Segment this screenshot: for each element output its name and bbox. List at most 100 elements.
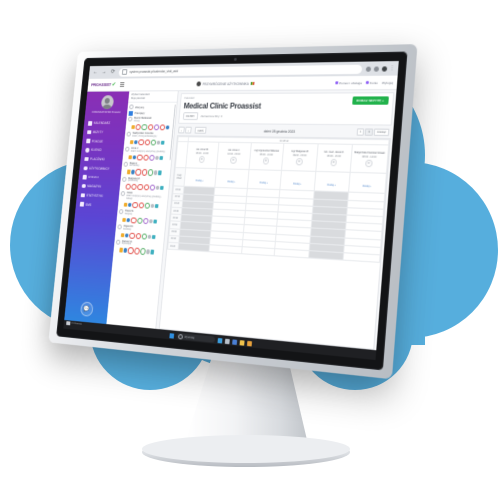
time-icon[interactable] bbox=[137, 218, 143, 224]
alert-icon[interactable] bbox=[160, 124, 166, 130]
allday-cell[interactable]: Dodaj + bbox=[314, 172, 350, 193]
stop-icon[interactable] bbox=[143, 185, 149, 191]
cancel-icon[interactable] bbox=[131, 184, 137, 190]
view-1-button[interactable]: 1 bbox=[356, 129, 364, 136]
calendar-column-header[interactable]: lek. Anna W. 08:00 - 14:00 ⚙ bbox=[185, 142, 219, 169]
free-slot[interactable] bbox=[212, 216, 245, 225]
cancel-icon[interactable] bbox=[143, 154, 149, 160]
alert-icon[interactable] bbox=[137, 184, 143, 190]
more-icon[interactable] bbox=[157, 140, 161, 144]
free-slot[interactable] bbox=[275, 234, 310, 243]
block-icon[interactable] bbox=[131, 217, 137, 223]
free-slot[interactable] bbox=[210, 238, 243, 247]
note-icon[interactable] bbox=[149, 154, 155, 160]
block-icon[interactable] bbox=[132, 202, 138, 208]
sidebar-item-sms[interactable]: SMS bbox=[76, 199, 119, 210]
free-slot[interactable] bbox=[241, 247, 275, 256]
time-icon[interactable] bbox=[140, 248, 146, 254]
calendar-badge-icon[interactable] bbox=[119, 248, 123, 252]
free-slot[interactable] bbox=[346, 215, 382, 224]
allday-cell[interactable]: Dodaj + bbox=[349, 173, 386, 194]
gear-icon[interactable]: ⚙ bbox=[230, 157, 236, 164]
free-slot[interactable] bbox=[344, 245, 381, 255]
bookmark-icon[interactable] bbox=[373, 66, 378, 71]
store-icon[interactable] bbox=[232, 339, 237, 345]
calendar-badge-icon[interactable] bbox=[122, 218, 126, 222]
free-slot[interactable] bbox=[345, 223, 381, 232]
free-slot[interactable] bbox=[246, 189, 280, 197]
list-item[interactable]: Anna J. lekarz medycyny estetycznej, gin… bbox=[124, 147, 171, 162]
block-icon[interactable] bbox=[129, 232, 135, 238]
time-icon[interactable] bbox=[150, 139, 156, 145]
list-item[interactable]: Maja H. dermatolog bbox=[123, 162, 170, 177]
note-icon[interactable] bbox=[149, 185, 155, 191]
free-slot[interactable] bbox=[275, 241, 310, 250]
block-icon[interactable] bbox=[128, 248, 134, 254]
language-flag-icon[interactable] bbox=[251, 82, 255, 85]
free-slot[interactable] bbox=[348, 193, 384, 202]
chat-icon[interactable] bbox=[155, 204, 159, 208]
today-button[interactable]: DZIŚ bbox=[195, 127, 207, 134]
checkbox-icon[interactable] bbox=[119, 209, 124, 214]
calendar-badge-icon[interactable] bbox=[128, 155, 132, 159]
gear-icon[interactable]: ⚙ bbox=[365, 160, 372, 167]
block-icon[interactable] bbox=[136, 124, 142, 130]
free-slot[interactable] bbox=[210, 230, 243, 239]
time-icon[interactable] bbox=[141, 233, 147, 239]
list-item[interactable]: Marcin Betkowski chirurg bbox=[127, 117, 174, 131]
checkbox-icon[interactable] bbox=[116, 239, 121, 244]
time-icon[interactable] bbox=[141, 124, 147, 130]
time-icon[interactable] bbox=[147, 169, 153, 175]
cancel-icon[interactable] bbox=[135, 233, 141, 239]
cancel-icon[interactable] bbox=[138, 202, 144, 208]
search-input[interactable]: Wyszukaj bbox=[176, 333, 215, 343]
free-slot[interactable] bbox=[246, 196, 280, 205]
free-slot[interactable] bbox=[345, 230, 381, 239]
chat-icon[interactable] bbox=[158, 171, 162, 175]
note-icon[interactable] bbox=[143, 218, 149, 224]
sidebar-profile[interactable]: KOMUNIKATOR MD Proassist bbox=[85, 91, 129, 116]
edge-icon[interactable] bbox=[217, 337, 222, 343]
free-slot[interactable] bbox=[244, 218, 278, 227]
chat-icon[interactable] bbox=[150, 250, 154, 254]
more-icon[interactable] bbox=[148, 234, 152, 238]
info-icon[interactable] bbox=[134, 140, 138, 144]
list-item[interactable]: Nadzyniłam Gruszka lekarz, chirurg ambul… bbox=[126, 132, 173, 147]
free-slot[interactable] bbox=[245, 203, 279, 212]
free-slot[interactable] bbox=[279, 190, 314, 199]
free-slot[interactable] bbox=[242, 232, 276, 241]
windows-start-icon[interactable] bbox=[169, 333, 174, 338]
more-icon[interactable] bbox=[150, 204, 154, 208]
header-link-help[interactable]: Pomoc i obsługa bbox=[335, 81, 362, 85]
explorer-icon[interactable] bbox=[224, 338, 229, 344]
info-icon[interactable] bbox=[127, 218, 131, 222]
checkbox-icon[interactable] bbox=[128, 117, 133, 122]
free-slot[interactable] bbox=[242, 239, 276, 248]
cancel-icon[interactable] bbox=[144, 139, 150, 145]
list-item[interactable]: Olgierd D. kardiolog bbox=[116, 224, 163, 241]
free-slot[interactable] bbox=[243, 225, 277, 234]
browser-menu-icon[interactable]: ⋮ bbox=[389, 65, 394, 71]
free-slot[interactable] bbox=[277, 219, 312, 228]
calendar-badge-icon[interactable] bbox=[130, 140, 134, 144]
calendar-badge-icon[interactable] bbox=[131, 125, 135, 129]
gear-icon[interactable]: ⚙ bbox=[198, 156, 204, 162]
checkbox-icon[interactable] bbox=[121, 191, 126, 196]
list-item[interactable]: Małgosia M. pulmonolog bbox=[121, 177, 168, 193]
extensions-icon[interactable] bbox=[365, 66, 370, 71]
more-icon[interactable] bbox=[156, 186, 160, 190]
chat-icon[interactable] bbox=[159, 156, 163, 160]
checkbox-icon[interactable] bbox=[117, 224, 122, 229]
chat-icon[interactable] bbox=[153, 219, 157, 223]
list-item[interactable]: Jacek lekarz medycyny estetycznej, ginek… bbox=[119, 191, 166, 210]
free-slot[interactable] bbox=[244, 211, 278, 220]
cancel-icon[interactable] bbox=[147, 124, 153, 130]
chat-bubble-icon[interactable]: 💬 bbox=[80, 301, 94, 316]
free-slot[interactable] bbox=[211, 223, 244, 232]
back-arrow-icon[interactable]: ← bbox=[92, 69, 98, 75]
free-slot[interactable] bbox=[276, 227, 311, 236]
profile-avatar[interactable] bbox=[381, 66, 386, 71]
checkbox-icon[interactable] bbox=[126, 132, 131, 137]
chat-icon[interactable] bbox=[152, 235, 156, 239]
time-icon[interactable] bbox=[144, 203, 150, 209]
